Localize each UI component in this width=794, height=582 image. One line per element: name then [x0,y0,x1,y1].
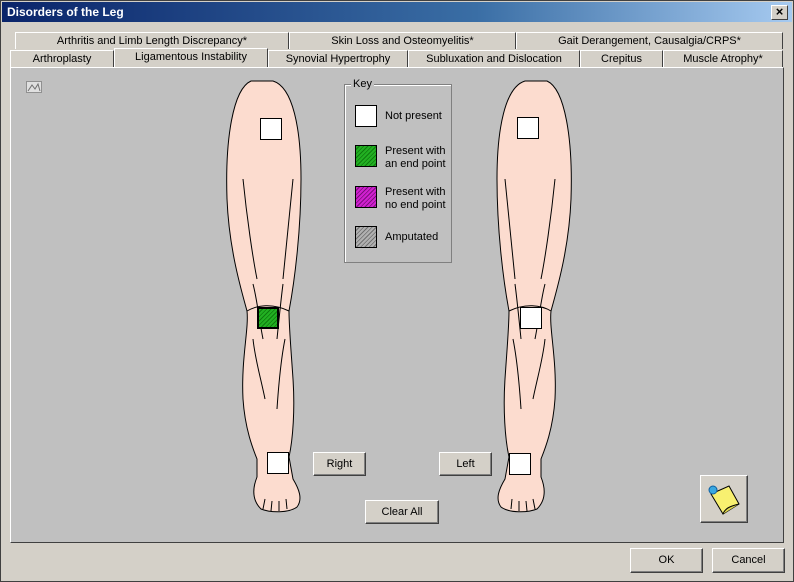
key-label: Present with an end point [385,145,446,170]
left-ankle-marker[interactable] [509,453,531,475]
right-leg-illustration [226,80,302,513]
tab-skin-loss[interactable]: Skin Loss and Osteomyelitis* [289,32,516,49]
swatch-green [355,145,377,167]
tab-arthritis[interactable]: Arthritis and Limb Length Discrepancy* [15,32,289,49]
tab-synovial-hypertrophy[interactable]: Synovial Hypertrophy [268,50,408,67]
left-thigh-marker[interactable] [517,117,539,139]
dialog-window: Disorders of the Leg × Arthritis and Lim… [0,0,794,582]
tab-arthroplasty[interactable]: Arthroplasty [10,50,114,67]
left-knee-marker[interactable] [520,307,542,329]
tab-gait[interactable]: Gait Derangement, Causalgia/CRPS* [516,32,783,49]
notes-button[interactable] [700,475,748,523]
window-title: Disorders of the Leg [7,5,124,19]
key-title: Key [351,78,374,90]
tab-crepitus[interactable]: Crepitus [580,50,663,67]
close-button[interactable]: × [771,5,788,20]
right-ankle-marker[interactable] [267,452,289,474]
key-label: Not present [385,110,442,122]
title-bar: Disorders of the Leg × [2,2,792,22]
tab-subluxation[interactable]: Subluxation and Dislocation [408,50,580,67]
ok-button[interactable]: OK [630,548,703,573]
swatch-gray [355,226,377,248]
right-knee-marker[interactable] [257,307,279,329]
tab-muscle-atrophy[interactable]: Muscle Atrophy* [663,50,783,67]
left-leg-illustration [496,80,572,513]
left-button[interactable]: Left [439,452,492,476]
swatch-magenta [355,186,377,208]
key-label: Present with no end point [385,186,446,211]
key-groupbox: Key Not present Present with an end poin… [344,78,452,263]
clear-all-button[interactable]: Clear All [365,500,439,524]
tab-ligamentous-instability[interactable]: Ligamentous Instability [114,48,268,67]
key-label: Amputated [385,231,439,243]
cancel-button[interactable]: Cancel [712,548,785,573]
right-thigh-marker[interactable] [260,118,282,140]
pattern-icon[interactable] [26,81,42,93]
sticky-note-icon [708,485,740,515]
right-button[interactable]: Right [313,452,366,476]
swatch-white [355,105,377,127]
